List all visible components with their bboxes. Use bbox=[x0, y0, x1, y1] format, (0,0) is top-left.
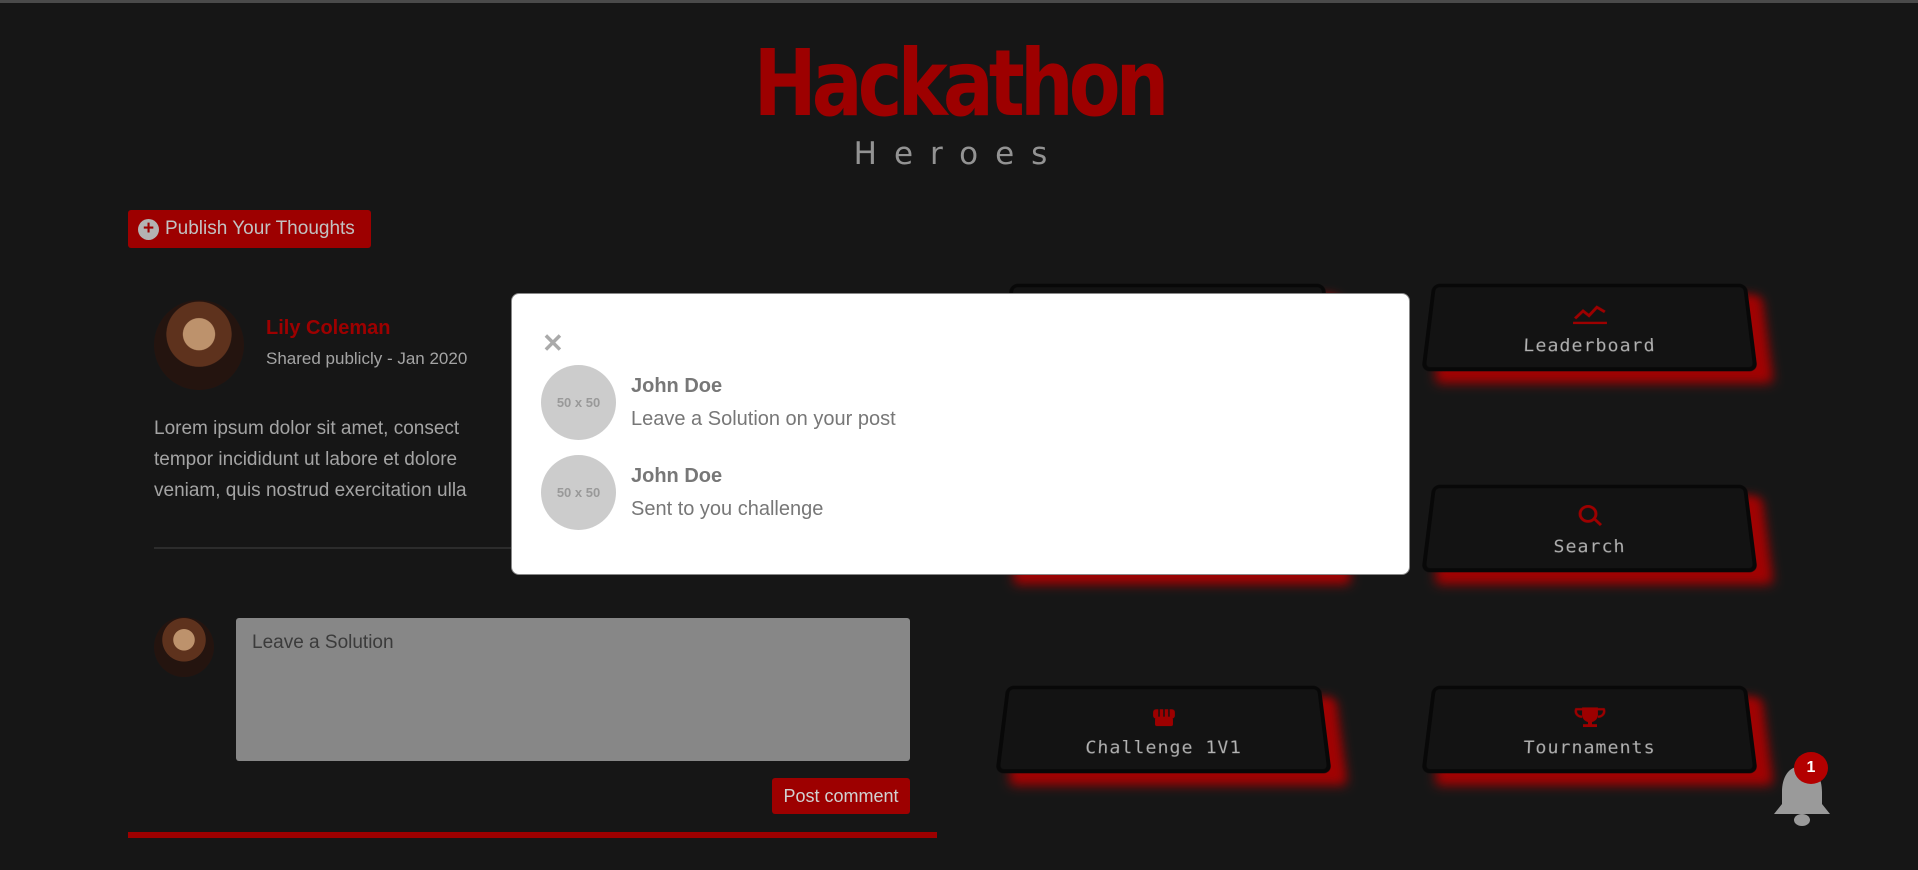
notification-avatar-placeholder: 50 x 50 bbox=[541, 455, 616, 530]
notification-sender-name[interactable]: John Doe bbox=[631, 375, 722, 398]
notification-avatar-placeholder: 50 x 50 bbox=[541, 365, 616, 440]
notification-message[interactable]: Leave a Solution on your post bbox=[631, 408, 896, 431]
notification-count-badge[interactable]: 1 bbox=[1794, 752, 1828, 784]
notification-message[interactable]: Sent to you challenge bbox=[631, 498, 823, 521]
close-icon[interactable]: ✕ bbox=[542, 330, 564, 356]
notifications-modal: ✕ 50 x 50 John Doe Leave a Solution on y… bbox=[511, 293, 1410, 575]
notification-sender-name[interactable]: John Doe bbox=[631, 465, 722, 488]
